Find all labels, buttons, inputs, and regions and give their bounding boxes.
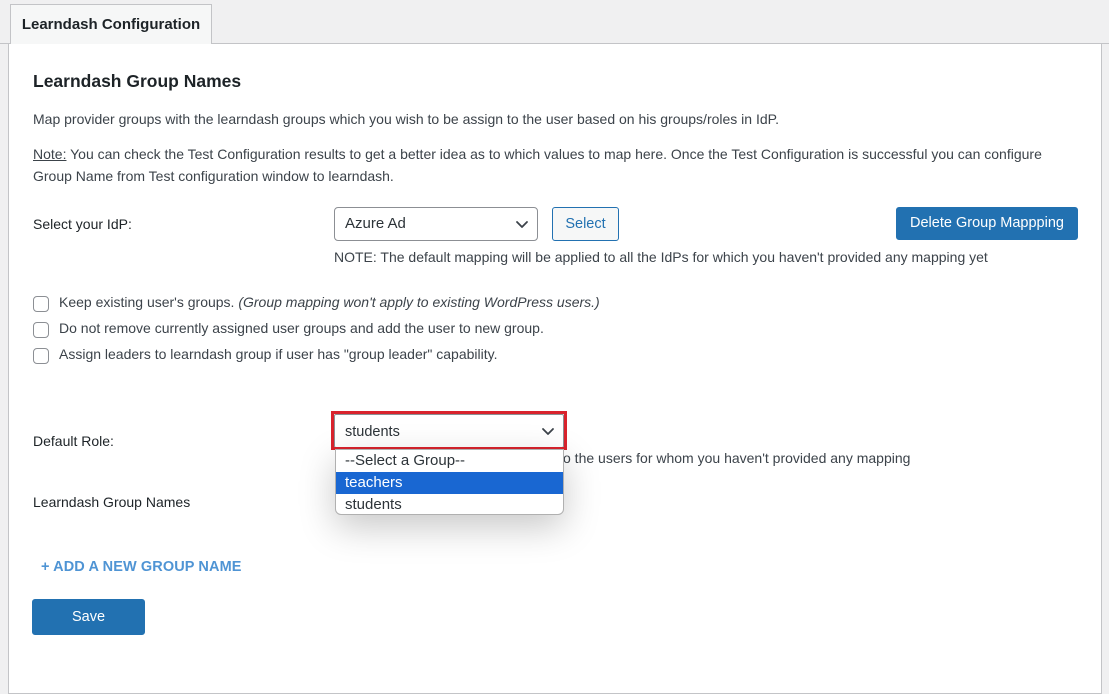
note-line-2: Group Name from Test configuration windo… — [33, 168, 394, 184]
note-label: Note: — [33, 146, 67, 162]
delete-group-mapping-button[interactable]: Delete Group Mappping — [896, 207, 1078, 240]
do-not-remove-groups-label: Do not remove currently assigned user gr… — [59, 320, 544, 336]
option-label: Keep existing user's groups. — [59, 294, 239, 310]
section-title: Learndash Group Names — [33, 71, 242, 91]
do-not-remove-groups-checkbox[interactable] — [33, 322, 49, 338]
note-line-1: You can check the Test Configuration res… — [66, 146, 1042, 162]
tab-learndash-configuration[interactable]: Learndash Configuration — [10, 4, 212, 45]
add-group-name-link[interactable]: + ADD A NEW GROUP NAME — [41, 559, 242, 575]
configuration-panel — [8, 44, 1102, 694]
option-hint: (Group mapping won't apply to existing W… — [238, 294, 600, 310]
dropdown-option-teachers[interactable]: teachers — [336, 472, 563, 494]
keep-existing-groups-checkbox[interactable] — [33, 296, 49, 312]
assign-leaders-checkbox[interactable] — [33, 348, 49, 364]
section-note: Note: You can check the Test Configurati… — [33, 143, 1083, 165]
default-role-dropdown-list[interactable]: --Select a Group-- teachers students — [335, 449, 564, 515]
group-names-label: Learndash Group Names — [33, 494, 191, 510]
chevron-down-icon — [516, 221, 528, 228]
idp-select-button[interactable]: Select — [552, 207, 619, 241]
idp-selected-value: Azure Ad — [345, 215, 406, 232]
idp-select[interactable]: Azure Ad — [334, 207, 538, 241]
idp-default-note: NOTE: The default mapping will be applie… — [334, 249, 988, 265]
section-description: Map provider groups with the learndash g… — [33, 111, 780, 127]
assign-leaders-label: Assign leaders to learndash group if use… — [59, 346, 498, 362]
default-role-hint: o the users for whom you haven't provide… — [563, 450, 911, 466]
highlight-box — [331, 411, 567, 450]
dropdown-option-select-group[interactable]: --Select a Group-- — [336, 450, 563, 472]
save-button[interactable]: Save — [32, 599, 145, 635]
tab-bar: Learndash Configuration — [0, 0, 1109, 45]
default-role-label: Default Role: — [33, 433, 114, 449]
keep-existing-groups-label: Keep existing user's groups. (Group mapp… — [59, 291, 600, 313]
idp-label: Select your IdP: — [33, 216, 132, 232]
dropdown-option-students[interactable]: students — [336, 494, 563, 514]
